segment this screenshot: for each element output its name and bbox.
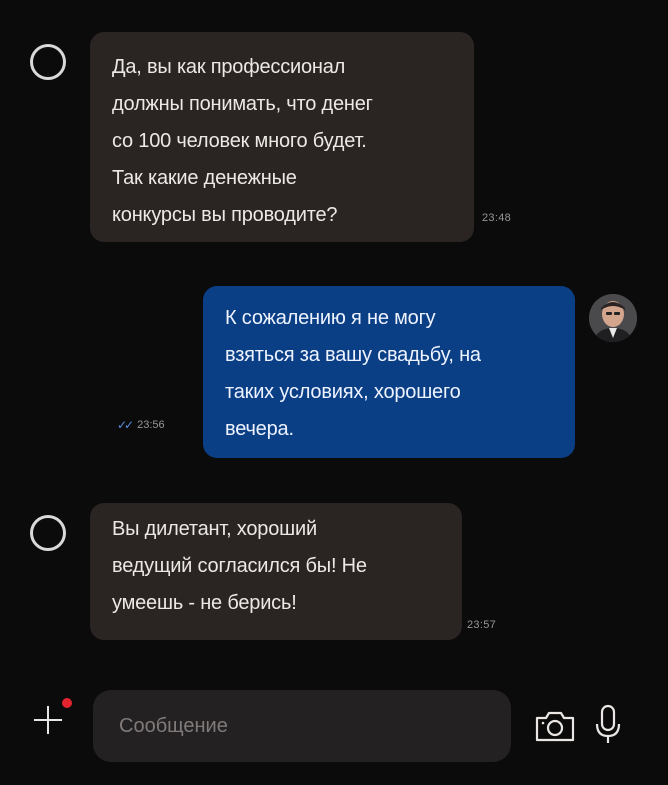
- notification-dot: [62, 698, 72, 708]
- message-bubble-outgoing[interactable]: К сожалению я не могу взяться за вашу св…: [203, 286, 575, 458]
- message-input[interactable]: [93, 690, 511, 762]
- user-avatar[interactable]: [589, 294, 637, 342]
- camera-icon: [535, 711, 575, 742]
- double-check-icon: ✓✓: [117, 418, 134, 432]
- chat-area: Да, вы как профессионал должны понимать,…: [0, 0, 668, 680]
- message-bubble-incoming[interactable]: Да, вы как профессионал должны понимать,…: [90, 32, 511, 242]
- message-status: ✓✓ 23:56: [117, 418, 165, 432]
- voice-button[interactable]: [593, 703, 623, 747]
- contact-avatar[interactable]: [30, 515, 66, 551]
- microphone-icon: [595, 704, 621, 743]
- message-time: 23:48: [482, 212, 512, 224]
- message-text: Вы дилетант, хороший ведущий согласился …: [112, 518, 367, 614]
- user-photo-icon: [589, 294, 637, 342]
- message-time: 23:56: [137, 419, 165, 431]
- message-time: 23:57: [467, 619, 497, 631]
- message-text: К сожалению я не могу взяться за вашу св…: [225, 307, 481, 440]
- message-text: Да, вы как профессионал должны понимать,…: [112, 56, 373, 226]
- camera-button[interactable]: [532, 706, 578, 746]
- contact-avatar[interactable]: [30, 44, 66, 80]
- message-bubble-incoming[interactable]: Вы дилетант, хороший ведущий согласился …: [90, 503, 496, 640]
